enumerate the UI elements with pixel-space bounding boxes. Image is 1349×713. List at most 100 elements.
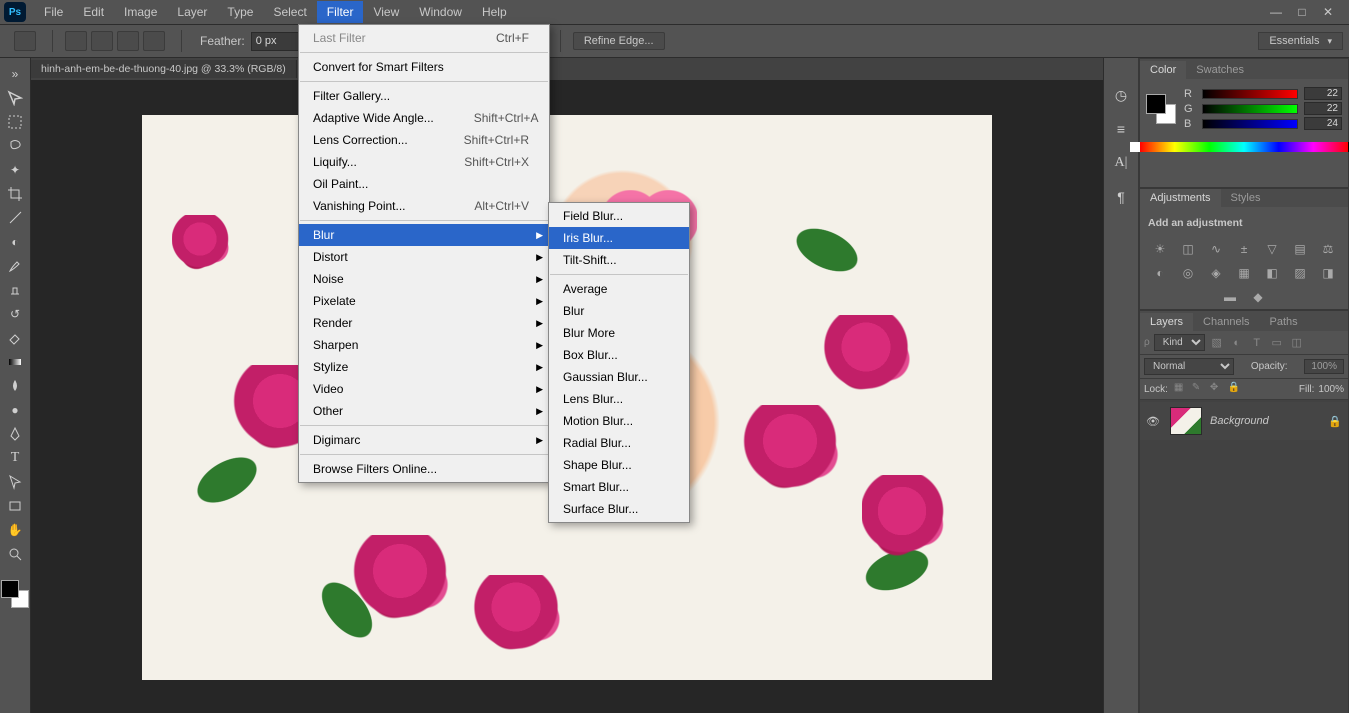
filter-blur-submenu[interactable]: Blur▶ [299, 224, 549, 246]
swatches-tab[interactable]: Swatches [1186, 61, 1254, 79]
selection-subtract-icon[interactable] [117, 31, 139, 51]
selective-color-icon[interactable]: ◆ [1247, 288, 1269, 306]
selection-new-icon[interactable] [65, 31, 87, 51]
filter-adaptive-wide-angle[interactable]: Adaptive Wide Angle... Shift+Ctrl+A [299, 107, 549, 129]
menu-image[interactable]: Image [114, 1, 167, 23]
blur-average[interactable]: Average [549, 278, 689, 300]
lock-position-icon[interactable]: ✥ [1210, 382, 1224, 396]
filter-convert-smart[interactable]: Convert for Smart Filters [299, 56, 549, 78]
gradient-map-icon[interactable]: ▬ [1219, 288, 1241, 306]
channel-mixer-icon[interactable]: ◈ [1205, 264, 1227, 282]
menu-type[interactable]: Type [217, 1, 263, 23]
pen-tool-icon[interactable] [3, 423, 27, 445]
marquee-tool-icon[interactable] [3, 111, 27, 133]
filter-liquify[interactable]: Liquify... Shift+Ctrl+X [299, 151, 549, 173]
menu-layer[interactable]: Layer [167, 1, 217, 23]
filter-oil-paint[interactable]: Oil Paint... [299, 173, 549, 195]
filter-browse-online[interactable]: Browse Filters Online... [299, 458, 549, 480]
blur-lens-blur[interactable]: Lens Blur... [549, 388, 689, 410]
layer-thumbnail[interactable] [1170, 407, 1202, 435]
healing-brush-tool-icon[interactable]: ◐ [3, 231, 27, 253]
filter-pixel-icon[interactable]: ▧ [1209, 336, 1225, 350]
blur-motion-blur[interactable]: Motion Blur... [549, 410, 689, 432]
character-panel-icon[interactable]: A| [1110, 152, 1132, 174]
blur-box-blur[interactable]: Box Blur... [549, 344, 689, 366]
blur-iris-blur[interactable]: Iris Blur... [549, 227, 689, 249]
opacity-value[interactable]: 100% [1304, 359, 1344, 374]
black-white-icon[interactable]: ◐ [1149, 264, 1171, 282]
move-tool-icon[interactable] [3, 87, 27, 109]
type-tool-icon[interactable]: T [3, 447, 27, 469]
clone-stamp-tool-icon[interactable] [3, 279, 27, 301]
blur-blur[interactable]: Blur [549, 300, 689, 322]
blur-shape-blur[interactable]: Shape Blur... [549, 454, 689, 476]
foreground-color-swatch[interactable] [1, 580, 19, 598]
filter-shape-icon[interactable]: ▭ [1269, 336, 1285, 350]
blur-gaussian-blur[interactable]: Gaussian Blur... [549, 366, 689, 388]
paragraph-panel-icon[interactable]: ¶ [1110, 186, 1132, 208]
selection-add-icon[interactable] [91, 31, 113, 51]
color-panel-swatches[interactable] [1146, 94, 1176, 124]
color-tab[interactable]: Color [1140, 61, 1186, 79]
filter-last-filter[interactable]: Last Filter Ctrl+F [299, 27, 549, 49]
dodge-tool-icon[interactable]: ● [3, 399, 27, 421]
lock-pixels-icon[interactable]: ✎ [1192, 382, 1206, 396]
filter-render-submenu[interactable]: Render▶ [299, 312, 549, 334]
filter-filter-gallery[interactable]: Filter Gallery... [299, 85, 549, 107]
layer-visibility-icon[interactable]: 👁 [1146, 415, 1162, 428]
adjustments-tab[interactable]: Adjustments [1140, 189, 1221, 207]
refine-edge-button[interactable]: Refine Edge... [573, 32, 665, 50]
filter-video-submenu[interactable]: Video▶ [299, 378, 549, 400]
menu-view[interactable]: View [363, 1, 409, 23]
blur-tilt-shift[interactable]: Tilt-Shift... [549, 249, 689, 271]
color-spectrum[interactable] [1140, 142, 1348, 152]
threshold-icon[interactable]: ◨ [1317, 264, 1339, 282]
rectangle-tool-icon[interactable] [3, 495, 27, 517]
filter-pixelate-submenu[interactable]: Pixelate▶ [299, 290, 549, 312]
lock-transparency-icon[interactable]: ▦ [1174, 382, 1188, 396]
paths-tab[interactable]: Paths [1260, 313, 1308, 331]
fill-value[interactable]: 100% [1318, 384, 1344, 395]
hue-saturation-icon[interactable]: ▤ [1289, 240, 1311, 258]
eyedropper-tool-icon[interactable] [3, 207, 27, 229]
magic-wand-tool-icon[interactable]: ✦ [3, 159, 27, 181]
layer-filter-kind-dropdown[interactable]: Kind [1154, 334, 1205, 351]
color-balance-icon[interactable]: ⚖ [1317, 240, 1339, 258]
menu-filter[interactable]: Filter [317, 1, 364, 23]
posterize-icon[interactable]: ▨ [1289, 264, 1311, 282]
feather-input[interactable] [251, 32, 301, 51]
properties-panel-icon[interactable]: ≡ [1110, 118, 1132, 140]
styles-tab[interactable]: Styles [1221, 189, 1271, 207]
filter-lens-correction[interactable]: Lens Correction... Shift+Ctrl+R [299, 129, 549, 151]
filter-vanishing-point[interactable]: Vanishing Point... Alt+Ctrl+V [299, 195, 549, 217]
layers-tab[interactable]: Layers [1140, 313, 1193, 331]
blend-mode-dropdown[interactable]: Normal [1144, 358, 1234, 375]
selection-intersect-icon[interactable] [143, 31, 165, 51]
lasso-tool-icon[interactable] [3, 135, 27, 157]
menu-file[interactable]: File [34, 1, 73, 23]
zoom-tool-icon[interactable] [3, 543, 27, 565]
filter-smart-icon[interactable]: ◫ [1289, 336, 1305, 350]
blur-blur-more[interactable]: Blur More [549, 322, 689, 344]
app-logo-icon[interactable]: Ps [4, 2, 26, 22]
lock-all-icon[interactable]: 🔒 [1228, 382, 1242, 396]
color-swatches[interactable] [1, 580, 29, 608]
filter-type-icon[interactable]: T [1249, 336, 1265, 350]
menu-help[interactable]: Help [472, 1, 517, 23]
history-panel-icon[interactable]: ◷ [1110, 84, 1132, 106]
eraser-tool-icon[interactable] [3, 327, 27, 349]
tool-preset-icon[interactable] [14, 31, 36, 51]
blue-slider[interactable] [1202, 119, 1298, 129]
document-tab[interactable]: hinh-anh-em-be-de-thuong-40.jpg @ 33.3% … [31, 60, 297, 78]
workspace-dropdown[interactable]: Essentials ▾ [1258, 32, 1343, 50]
crop-tool-icon[interactable] [3, 183, 27, 205]
curves-icon[interactable]: ∿ [1205, 240, 1227, 258]
menu-window[interactable]: Window [409, 1, 472, 23]
hand-tool-icon[interactable]: ✋ [3, 519, 27, 541]
green-slider[interactable] [1202, 104, 1298, 114]
blur-tool-icon[interactable] [3, 375, 27, 397]
vibrance-icon[interactable]: ▽ [1261, 240, 1283, 258]
history-brush-tool-icon[interactable]: ↺ [3, 303, 27, 325]
window-maximize-icon[interactable]: □ [1289, 3, 1315, 21]
blur-smart-blur[interactable]: Smart Blur... [549, 476, 689, 498]
